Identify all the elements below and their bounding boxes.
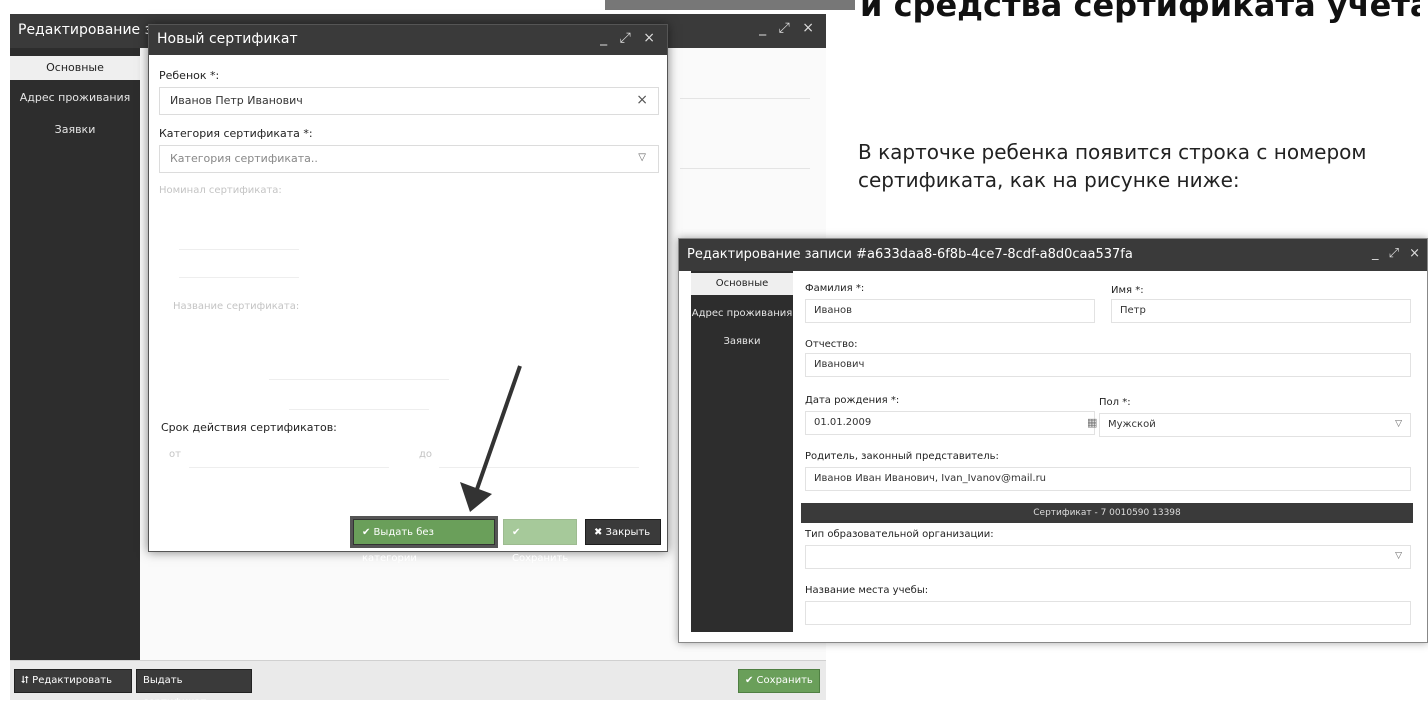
chevron-down-icon: ▽ [1395, 551, 1402, 561]
heading-shadow-strip [605, 0, 855, 10]
issue-certificate-button[interactable]: Выдать сертификат [136, 669, 252, 708]
name-label: Имя *: [1111, 285, 1144, 296]
gender-value: Мужской [1108, 419, 1156, 430]
birthdate-label: Дата рождения *: [805, 395, 900, 406]
gender-label: Пол *: [1099, 397, 1131, 408]
ghost-field [680, 78, 810, 99]
nominal-label: Номинал сертификата: [159, 185, 282, 196]
org-type-select[interactable]: ▽ [805, 545, 1411, 569]
dialog-title: Новый сертификат [157, 31, 298, 47]
org-type-label: Тип образовательной организации: [805, 529, 994, 540]
parent-field[interactable]: Иванов Иван Иванович, Ivan_Ivanov@mail.r… [805, 467, 1411, 491]
dialog-titlebar: Новый сертификат _ ⤢ × [149, 25, 667, 55]
category-select[interactable]: Категория сертификата.. ▽ [159, 145, 659, 173]
sidebar-item-main[interactable]: Основные [10, 56, 140, 80]
issue-without-category-button[interactable]: ✔ Выдать без категории [350, 516, 498, 564]
background-window-sidebar: Основные Адрес проживания Заявки [10, 48, 140, 660]
ghost-field [179, 225, 299, 250]
background-window-title: Редактирование з: [18, 22, 157, 38]
save-button[interactable]: ✔ Сохранить [738, 669, 820, 693]
name-field[interactable]: Петр [1111, 299, 1411, 323]
document-heading: и средства сертификата учета [860, 0, 1420, 24]
birthdate-field[interactable]: 01.01.2009 [805, 411, 1095, 435]
dialog-save-button[interactable]: ✔ Сохранить [503, 519, 577, 564]
chevron-down-icon: ▽ [1395, 419, 1402, 429]
patronymic-field[interactable]: Иванович [805, 353, 1411, 377]
child-select[interactable]: Иванов Петр Иванович × [159, 87, 659, 115]
sidebar-item-address[interactable]: Адрес проживания [10, 86, 140, 110]
validity-label: Срок действия сертификатов: [161, 421, 337, 434]
pointer-arrow [460, 365, 522, 512]
study-place-label: Название места учебы: [805, 585, 929, 596]
record-window-controls[interactable]: _ ⤢ × [1372, 246, 1423, 261]
clear-icon[interactable]: × [636, 92, 648, 108]
sidebar-item-requests[interactable]: Заявки [10, 118, 140, 142]
sidebar-item-address[interactable]: Адрес проживания [691, 303, 793, 325]
record-window-sidebar: Основные Адрес проживания Заявки [691, 271, 793, 632]
parent-label: Родитель, законный представитель: [805, 451, 999, 462]
patronymic-label: Отчество: [805, 339, 858, 350]
obscured-label: Название сертификата: [173, 301, 300, 312]
background-window-footer: ⮃ Редактировать Выдать сертификат ✔ Сохр… [10, 660, 826, 708]
ghost-field [680, 148, 810, 169]
sidebar-item-requests[interactable]: Заявки [691, 331, 793, 353]
validity-from-input[interactable] [189, 443, 389, 468]
child-label: Ребенок *: [159, 69, 220, 82]
category-placeholder: Категория сертификата.. [170, 152, 318, 165]
validity-to: до [419, 449, 433, 460]
edit-record-window: Редактирование записи #a633daa8-6f8b-4ce… [678, 238, 1428, 643]
record-window-titlebar: Редактирование записи #a633daa8-6f8b-4ce… [679, 239, 1427, 271]
child-value: Иванов Петр Иванович [170, 94, 303, 107]
new-certificate-dialog: Новый сертификат _ ⤢ × Ребенок *: Иванов… [148, 24, 668, 564]
sidebar-item-main[interactable]: Основные [691, 273, 793, 295]
chevron-down-icon: ▽ [638, 152, 646, 163]
ghost-field [179, 253, 299, 278]
surname-field[interactable]: Иванов [805, 299, 1095, 323]
ghost-field [269, 355, 449, 380]
study-place-field[interactable] [805, 601, 1411, 625]
surname-label: Фамилия *: [805, 283, 865, 294]
edit-button[interactable]: ⮃ Редактировать [14, 669, 132, 693]
validity-from: от [169, 449, 181, 460]
dialog-window-controls[interactable]: _ ⤢ × [600, 30, 659, 46]
ghost-field [289, 385, 429, 410]
calendar-icon[interactable]: ▦ [1087, 416, 1097, 429]
dialog-close-button[interactable]: ✖ Закрыть [585, 519, 661, 545]
gender-select[interactable]: Мужской ▽ [1099, 413, 1411, 437]
category-label: Категория сертификата *: [159, 127, 313, 140]
record-window-title: Редактирование записи #a633daa8-6f8b-4ce… [687, 247, 1133, 262]
ghost-field [680, 218, 810, 239]
certificate-line: Сертификат - 7 0010590 13398 [801, 503, 1413, 523]
window-controls[interactable]: _ ⤢ × [759, 20, 818, 36]
explanation-text: В карточке ребенка появится строка с ном… [858, 140, 1367, 192]
